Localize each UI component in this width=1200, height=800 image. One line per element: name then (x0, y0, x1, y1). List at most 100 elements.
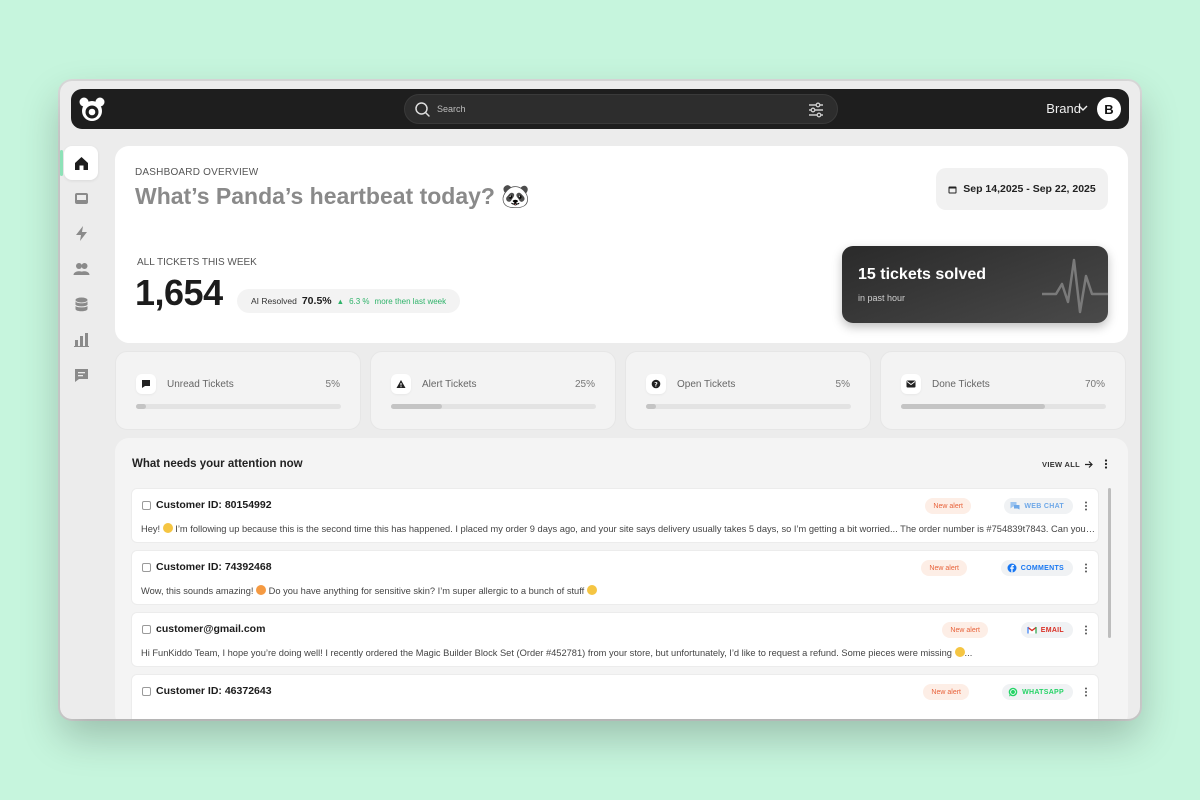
progress-track (136, 404, 341, 409)
top-bar: Search Brand B (71, 89, 1129, 129)
page-title: What’s Panda’s heartbeat today? 🐼 (135, 183, 531, 209)
solved-title: 15 tickets solved (858, 266, 987, 283)
progress-track (901, 404, 1106, 409)
customer-id: Customer ID: 46372643 (156, 685, 272, 697)
sidebar-item-users[interactable] (64, 251, 98, 285)
stat-card-alert[interactable]: Alert Tickets 25% (370, 351, 616, 430)
customer-id: Customer ID: 74392468 (156, 561, 272, 573)
calendar-icon (948, 186, 957, 193)
scrollbar[interactable] (1108, 488, 1111, 638)
overview-card: DASHBOARD OVERVIEW What’s Panda’s heartb… (115, 146, 1128, 343)
new-alert-badge: New alert (923, 684, 969, 700)
warning-icon (391, 374, 411, 394)
stat-card-open[interactable]: ? Open Tickets 5% (625, 351, 871, 430)
database-icon (74, 297, 88, 311)
sad-emoji-icon (954, 647, 965, 657)
more-vertical-icon[interactable] (1082, 686, 1090, 698)
stat-label: Done Tickets (932, 379, 990, 390)
search-input[interactable]: Search (437, 104, 466, 114)
stat-label: Unread Tickets (167, 379, 234, 390)
stat-percent: 5% (325, 379, 340, 390)
sidebar-item-automation[interactable] (64, 216, 98, 250)
inbox-icon (74, 192, 88, 204)
lightning-icon (75, 225, 87, 241)
ai-delta-text: more then last week (374, 296, 447, 306)
progress-track (646, 404, 851, 409)
chat-icon (74, 368, 88, 382)
customer-id: Customer ID: 80154992 (156, 499, 272, 511)
tickets-label: ALL TICKETS THIS WEEK (137, 257, 257, 268)
sidebar-item-inbox[interactable] (64, 181, 98, 215)
web-chat-icon (1010, 502, 1020, 510)
more-vertical-icon[interactable] (1082, 500, 1090, 512)
ticket-message: Hey! I’m following up because this is th… (141, 523, 1096, 534)
dashboard-eyebrow: DASHBOARD OVERVIEW (135, 167, 259, 178)
sidebar-item-database[interactable] (64, 287, 98, 321)
home-icon (74, 156, 88, 170)
help-circle-icon: ? (646, 374, 666, 394)
svg-text:?: ? (654, 381, 658, 388)
new-alert-badge: New alert (925, 498, 971, 514)
search-bar[interactable]: Search (404, 94, 838, 124)
tickets-count: 1,654 (135, 272, 223, 313)
new-alert-badge: New alert (921, 560, 967, 576)
whatsapp-icon (1008, 687, 1018, 697)
progress-fill (391, 404, 443, 409)
arrow-right-icon[interactable] (1084, 460, 1093, 469)
users-icon (73, 262, 89, 275)
heart-eyes-emoji-icon (256, 585, 267, 595)
brand-selector[interactable]: Brand (1046, 101, 1081, 116)
stat-label: Open Tickets (677, 379, 736, 390)
sweat-smile-emoji-icon (586, 585, 597, 595)
attention-title: What needs your attention now (132, 458, 303, 470)
avatar[interactable]: B (1097, 97, 1121, 121)
progress-fill (646, 404, 657, 409)
ticket-message: Hi FunKiddo Team, I hope you’re doing we… (141, 647, 973, 658)
progress-fill (136, 404, 147, 409)
gmail-icon (1027, 626, 1037, 634)
ticket-row[interactable]: Customer ID: 80154992 New alert WEB CHAT… (131, 488, 1099, 543)
chat-bubble-icon (136, 374, 156, 394)
stat-label: Alert Tickets (422, 379, 477, 390)
more-vertical-icon[interactable] (1082, 562, 1090, 574)
more-vertical-icon[interactable] (1101, 458, 1111, 470)
view-all-link[interactable]: VIEW ALL (1042, 460, 1080, 469)
ai-delta: 6.3 % (349, 296, 370, 306)
solved-tickets-card[interactable]: 15 tickets solved in past hour (842, 246, 1108, 323)
channel-label: EMAIL (1040, 626, 1064, 634)
ticket-row[interactable]: Customer ID: 46372643 New alert WHATSAPP (131, 674, 1099, 719)
stat-percent: 70% (1084, 379, 1105, 390)
chevron-down-icon[interactable] (1077, 103, 1089, 113)
app-window: Search Brand B DASHBOARD OVERVIEW What’s… (60, 81, 1140, 719)
stat-percent: 25% (574, 379, 595, 390)
sidebar-item-analytics[interactable] (64, 322, 98, 356)
panda-logo-icon[interactable] (78, 95, 106, 123)
sidebar-item-home[interactable] (60, 146, 98, 180)
ticket-checkbox[interactable] (142, 625, 151, 634)
customer-email: customer@gmail.com (156, 623, 266, 635)
ticket-row[interactable]: customer@gmail.com New alert EMAIL Hi Fu… (131, 612, 1099, 667)
progress-track (391, 404, 596, 409)
filter-sliders-icon[interactable] (807, 101, 825, 119)
channel-badge-email: EMAIL (1020, 622, 1073, 638)
ticket-checkbox[interactable] (142, 501, 151, 510)
channel-badge-whatsapp: WHATSAPP (1002, 684, 1073, 700)
stat-card-done[interactable]: Done Tickets 70% (880, 351, 1126, 430)
stat-card-unread[interactable]: Unread Tickets 5% (115, 351, 361, 430)
smile-emoji-icon (162, 523, 173, 533)
ticket-checkbox[interactable] (142, 687, 151, 696)
channel-badge-webchat: WEB CHAT (1004, 498, 1073, 514)
date-range-picker[interactable]: Sep 14,2025 - Sep 22, 2025 (936, 168, 1108, 210)
ticket-row[interactable]: Customer ID: 74392468 New alert COMMENTS… (131, 550, 1099, 605)
facebook-icon (1007, 563, 1017, 573)
solved-subtitle: in past hour (858, 293, 906, 303)
chart-icon (73, 332, 89, 347)
more-vertical-icon[interactable] (1082, 624, 1090, 636)
date-range-label: Sep 14,2025 - Sep 22, 2025 (963, 183, 1096, 195)
channel-label: WHATSAPP (1022, 688, 1064, 696)
stat-percent: 5% (835, 379, 850, 390)
sidebar-item-messages[interactable] (64, 358, 98, 392)
ticket-checkbox[interactable] (142, 563, 151, 572)
trend-up-icon: ▲ (336, 296, 345, 306)
ai-resolved-pill: AI Resolved 70.5% ▲ 6.3 % more then last… (237, 289, 461, 313)
